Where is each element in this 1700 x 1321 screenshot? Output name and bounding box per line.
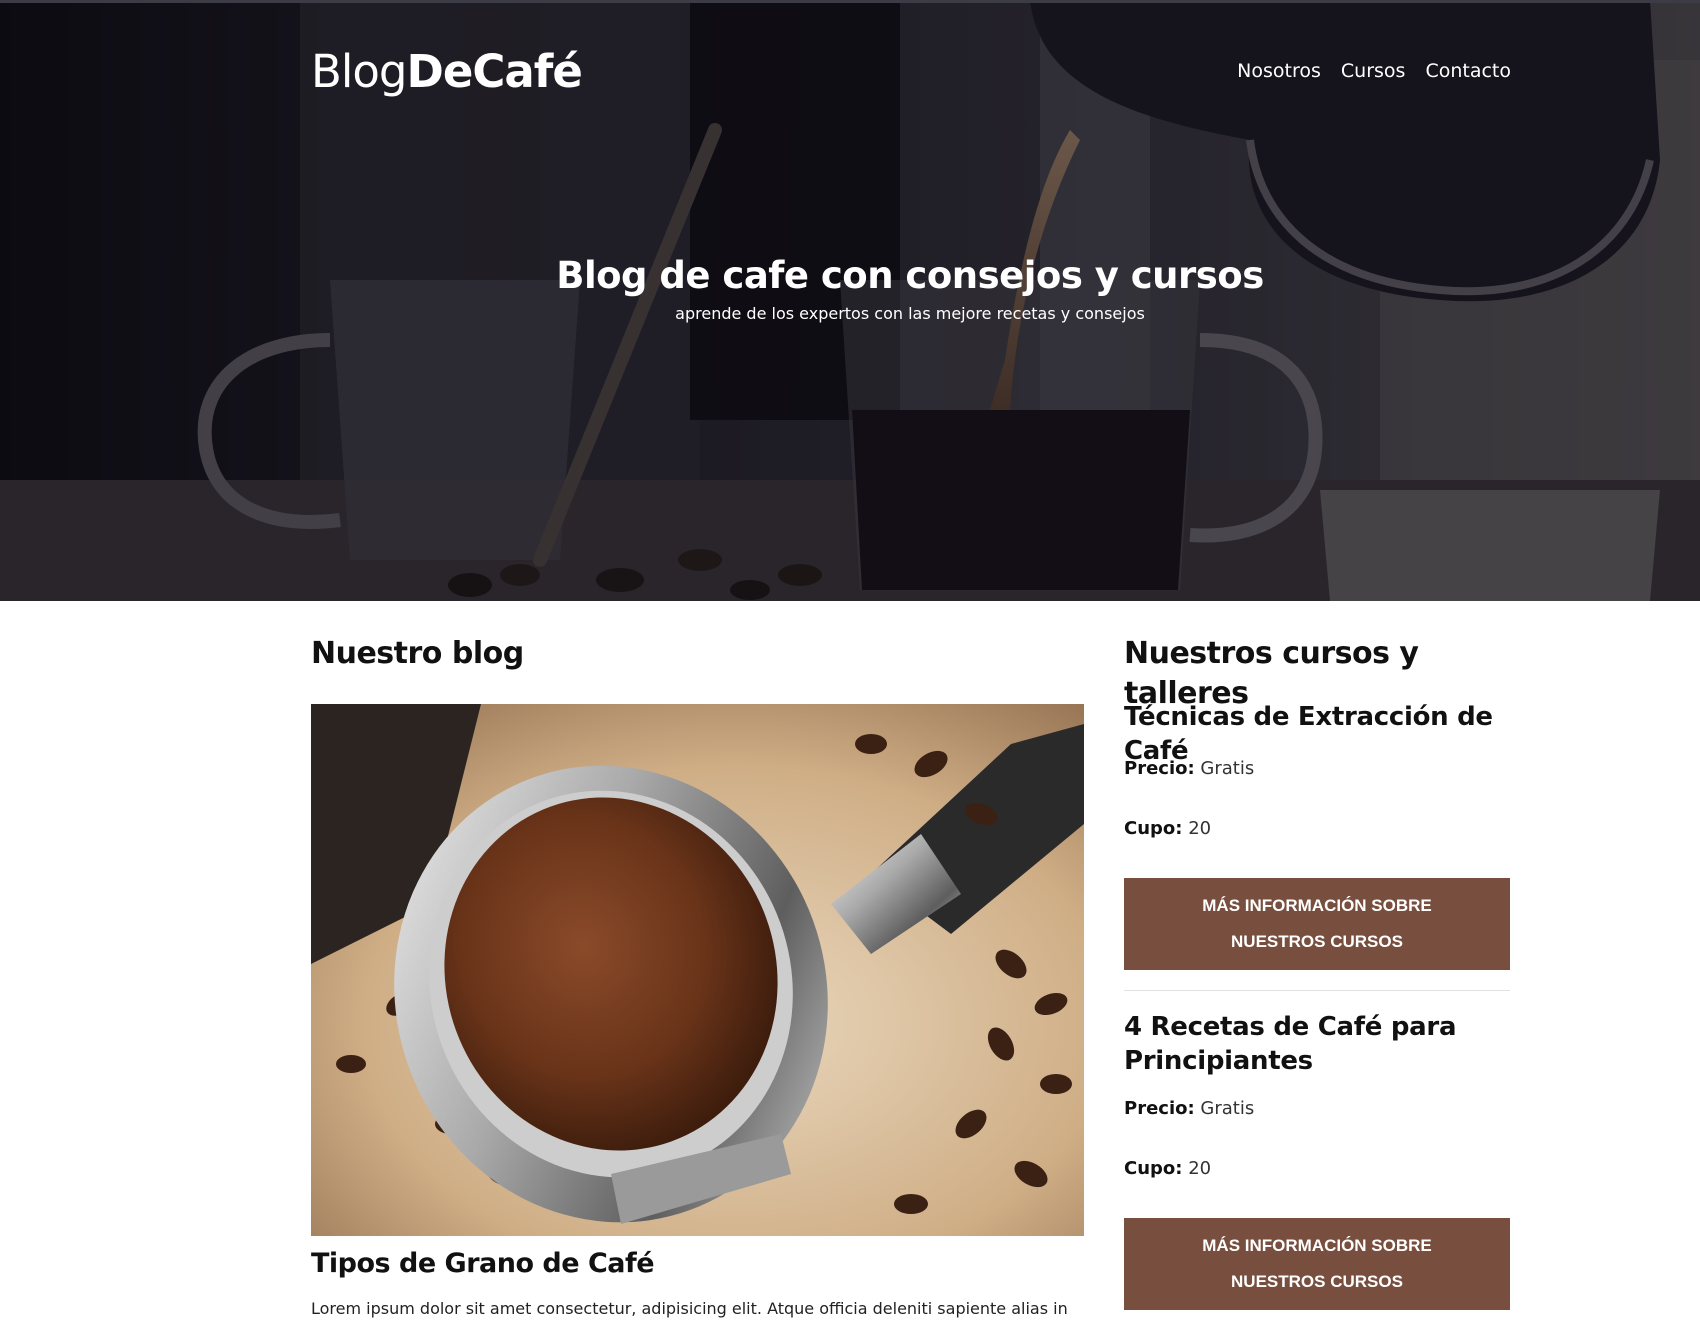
quota-label: Cupo: [1124,818,1183,839]
hero-subtitle: aprende de los expertos con las mejore r… [675,304,1145,323]
course-divider [1124,990,1510,991]
courses-section: Nuestros cursos y talleres Técnicas de E… [1124,634,1510,1310]
course-card: Técnicas de Extracción de Café Precio: G… [1124,700,1510,970]
course-price: Precio: Gratis [1124,756,1254,782]
price-label: Precio: [1124,1098,1195,1119]
espresso-portafilter-image [311,704,1084,1236]
logo-text-bold: DeCafé [406,45,582,98]
nav-link-cursos[interactable]: Cursos [1341,57,1406,85]
course-quota: Cupo: 20 [1124,816,1211,842]
blog-heading: Nuestro blog [311,636,524,671]
price-value: Gratis [1200,758,1255,779]
main-nav: Nosotros Cursos Contacto [1237,57,1511,85]
hero-title: Blog de cafe con consejos y cursos [556,254,1264,297]
price-value: Gratis [1200,1098,1255,1119]
post-title[interactable]: Tipos de Grano de Café [311,1246,655,1282]
quota-value: 20 [1188,1158,1212,1179]
course-quota: Cupo: 20 [1124,1156,1211,1182]
course-info-button[interactable]: Más información sobre nuestros cursos [1124,878,1510,970]
post-image[interactable] [311,704,1084,1236]
nav-link-contacto[interactable]: Contacto [1425,57,1511,85]
course-info-button[interactable]: Más información sobre nuestros cursos [1124,1218,1510,1310]
course-card: 4 Recetas de Café para Principiantes Pre… [1124,1010,1510,1310]
hero-header: BlogDeCafé Nosotros Cursos Contacto Blog… [0,0,1700,601]
price-label: Precio: [1124,758,1195,779]
course-price: Precio: Gratis [1124,1096,1254,1122]
site-logo[interactable]: BlogDeCafé [311,44,583,100]
quota-value: 20 [1188,818,1212,839]
course-title: 4 Recetas de Café para Principiantes [1124,1012,1457,1076]
logo-text-light: Blog [311,45,407,98]
post-excerpt: Lorem ipsum dolor sit amet consectetur, … [311,1299,1068,1318]
nav-link-nosotros[interactable]: Nosotros [1237,57,1321,85]
quota-label: Cupo: [1124,1158,1183,1179]
blog-section: Nuestro blog Tipos de Grano de Café Lore… [311,634,1084,1318]
top-border [0,0,1700,3]
